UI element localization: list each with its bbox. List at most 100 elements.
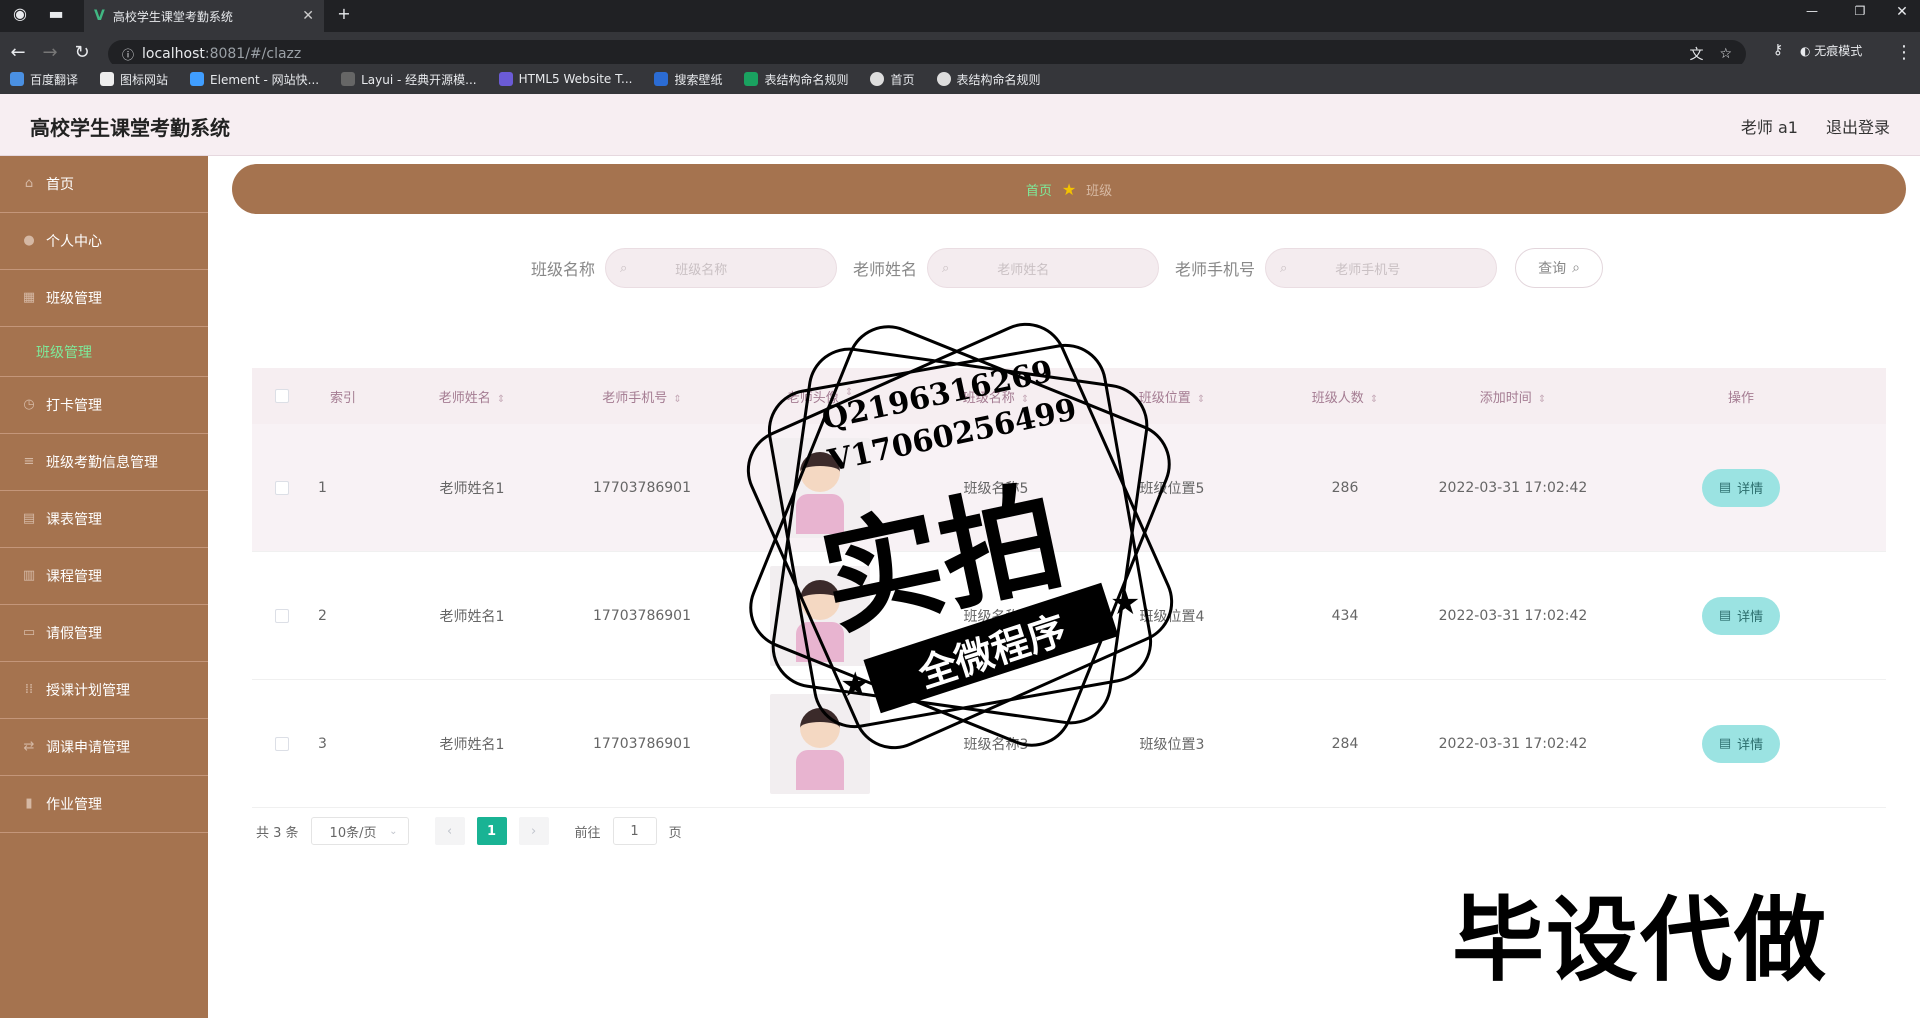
sidebar-item-courses[interactable]: ▥ 课程管理 [0, 548, 208, 605]
row-checkbox[interactable] [275, 736, 289, 751]
restore-icon[interactable]: ❐ [1848, 4, 1872, 18]
minimize-icon[interactable]: — [1800, 4, 1824, 18]
teacher-phone-label: 老师手机号 [1175, 260, 1256, 279]
translate-icon[interactable]: 文 [1689, 44, 1703, 64]
sidebar-item-checkin[interactable]: ◷ 打卡管理 [0, 377, 208, 434]
row-checkbox[interactable] [275, 608, 289, 623]
prev-page-button[interactable]: ‹ [434, 817, 465, 845]
bookmark-item[interactable]: 表结构命名规则 [936, 71, 1041, 88]
detail-label: 详情 [1737, 738, 1764, 753]
bookmark-item[interactable]: HTML5 Website T... [498, 72, 632, 86]
star-icon[interactable]: ☆ [1719, 46, 1732, 62]
search-icon: ⌕ [619, 260, 628, 276]
page-number-current[interactable]: 1 [476, 817, 507, 845]
goto-suffix: 页 [668, 825, 682, 841]
sidebar-item-label: 调课申请管理 [46, 740, 130, 756]
logout-link[interactable]: 退出登录 [1826, 114, 1890, 138]
header-added-time[interactable]: 添加时间 ⇕ [1430, 387, 1596, 406]
bookmark-item[interactable]: 百度翻译 [10, 71, 78, 88]
sidebar-item-leave[interactable]: ▭ 请假管理 [0, 605, 208, 662]
header-label: 老师姓名 [438, 390, 491, 406]
sort-icon[interactable]: ⇕ [497, 394, 505, 405]
breadcrumb-home[interactable]: 首页 [1026, 180, 1052, 199]
bookmark-icon [936, 72, 951, 86]
goto-page-input[interactable]: 1 [612, 817, 657, 845]
reload-icon[interactable]: ↻ [70, 42, 94, 63]
key-icon[interactable]: ⚷ [1766, 42, 1790, 58]
page-size-select[interactable]: 10条/页 ⌄ [310, 817, 409, 845]
window-close-icon[interactable]: ✕ [1890, 4, 1914, 20]
apps-icon: ⁞⁞ [24, 682, 34, 697]
browser-tab[interactable]: V 高校学生课堂考勤系统 ✕ [84, 0, 324, 32]
sidebar-item-timetable[interactable]: ▤ 课表管理 [0, 491, 208, 548]
cell-teacher-phone: 17703786901 [593, 735, 691, 752]
row-checkbox[interactable] [275, 480, 289, 495]
app-title: 高校学生课堂考勤系统 [30, 116, 230, 140]
sidebar-item-attendance[interactable]: ≡ 班级考勤信息管理 [0, 434, 208, 491]
tab-close-icon[interactable]: ✕ [302, 8, 314, 24]
bookmark-item[interactable]: 首页 [870, 71, 915, 88]
detail-button[interactable]: ▤ 详情 [1702, 468, 1780, 507]
header-teacher-phone[interactable]: 老师手机号 ⇕ [552, 387, 732, 406]
bookmark-item[interactable]: 表结构命名规则 [744, 71, 848, 88]
sidebar-item-home[interactable]: ⌂ 首页 [0, 156, 208, 213]
cell-teacher-phone: 17703786901 [593, 607, 691, 624]
document-icon: ▤ [1718, 736, 1732, 751]
detail-button[interactable]: ▤ 详情 [1702, 724, 1780, 763]
window-icon[interactable]: ▬ [44, 4, 68, 23]
bookmark-icon [190, 72, 205, 86]
calendar-icon: ▤ [22, 511, 36, 526]
teacher-name-label: 老师姓名 [852, 260, 917, 279]
bookmark-item[interactable]: 搜索壁纸 [654, 71, 722, 88]
class-name-placeholder: 班级名称 [675, 262, 728, 278]
bookmark-item[interactable]: 图标网站 [100, 71, 168, 88]
forward-icon[interactable]: → [38, 42, 62, 63]
sidebar-item-homework[interactable]: ▮ 作业管理 [0, 776, 208, 833]
bookmark-item[interactable]: Layui - 经典开源模... [341, 71, 477, 88]
header-class-count[interactable]: 班级人数 ⇕ [1260, 387, 1430, 406]
globe-icon[interactable]: ◉ [8, 4, 32, 23]
search-icon: ⌕ [1572, 260, 1580, 276]
clock-icon: ◷ [23, 397, 35, 412]
bookmark-label: 百度翻译 [30, 72, 79, 87]
url-host: localhost [142, 46, 205, 62]
vue-favicon-icon: V [94, 8, 105, 24]
new-tab-icon[interactable]: + [332, 4, 356, 23]
sort-icon[interactable]: ⇕ [673, 394, 681, 405]
class-name-input[interactable]: ⌕ 班级名称 [604, 248, 837, 288]
header-teacher-name[interactable]: 老师姓名 ⇕ [392, 387, 552, 406]
info-icon: ⓘ [122, 47, 135, 62]
menu-dots-icon[interactable]: ⋮ [1892, 42, 1916, 63]
user-icon: ● [23, 233, 35, 248]
search-icon: ⌕ [942, 260, 950, 276]
sidebar-item-profile[interactable]: ● 个人中心 [0, 213, 208, 270]
select-all-checkbox[interactable] [275, 389, 289, 403]
cell-added-time: 2022-03-31 17:02:42 [1438, 607, 1588, 624]
pager-total: 共 3 条 [256, 825, 299, 841]
sidebar-item-label: 个人中心 [46, 234, 102, 250]
pagination: 共 3 条 10条/页 ⌄ ‹ 1 › 前往 1 页 [256, 816, 682, 846]
cell-index: 3 [318, 735, 327, 752]
sidebar-item-reschedule[interactable]: ⇄ 调课申请管理 [0, 719, 208, 776]
query-button[interactable]: 查询 ⌕ [1515, 248, 1604, 288]
teacher-phone-input[interactable]: ⌕ 老师手机号 [1265, 248, 1498, 288]
back-icon[interactable]: ← [6, 42, 30, 63]
class-name-label: 班级名称 [530, 260, 595, 279]
home-icon: ⌂ [24, 176, 34, 191]
teacher-name-input[interactable]: ⌕ 老师姓名 [927, 248, 1159, 288]
header-label: 添加时间 [1479, 390, 1532, 406]
sidebar-item-teaching-plan[interactable]: ⁞⁞ 授课计划管理 [0, 662, 208, 719]
book-icon: ▥ [22, 568, 36, 583]
cell-class-count: 284 [1331, 735, 1359, 752]
sidebar-item-class-management[interactable]: ▦ 班级管理 [0, 270, 208, 327]
bookmark-label: 首页 [890, 72, 915, 87]
sort-icon[interactable]: ⇕ [1538, 394, 1546, 405]
bookmark-item[interactable]: Element - 网站快... [190, 71, 319, 88]
next-page-button[interactable]: › [518, 817, 549, 845]
sort-icon[interactable]: ⇕ [1370, 394, 1378, 405]
incognito-indicator[interactable]: ◐ 无痕模式 [1800, 42, 1862, 59]
sidebar-subitem-class-management[interactable]: 班级管理 [0, 327, 208, 377]
goto-prefix: 前往 [574, 825, 601, 841]
chart-icon: ▮ [25, 796, 33, 811]
detail-button[interactable]: ▤ 详情 [1702, 596, 1780, 635]
